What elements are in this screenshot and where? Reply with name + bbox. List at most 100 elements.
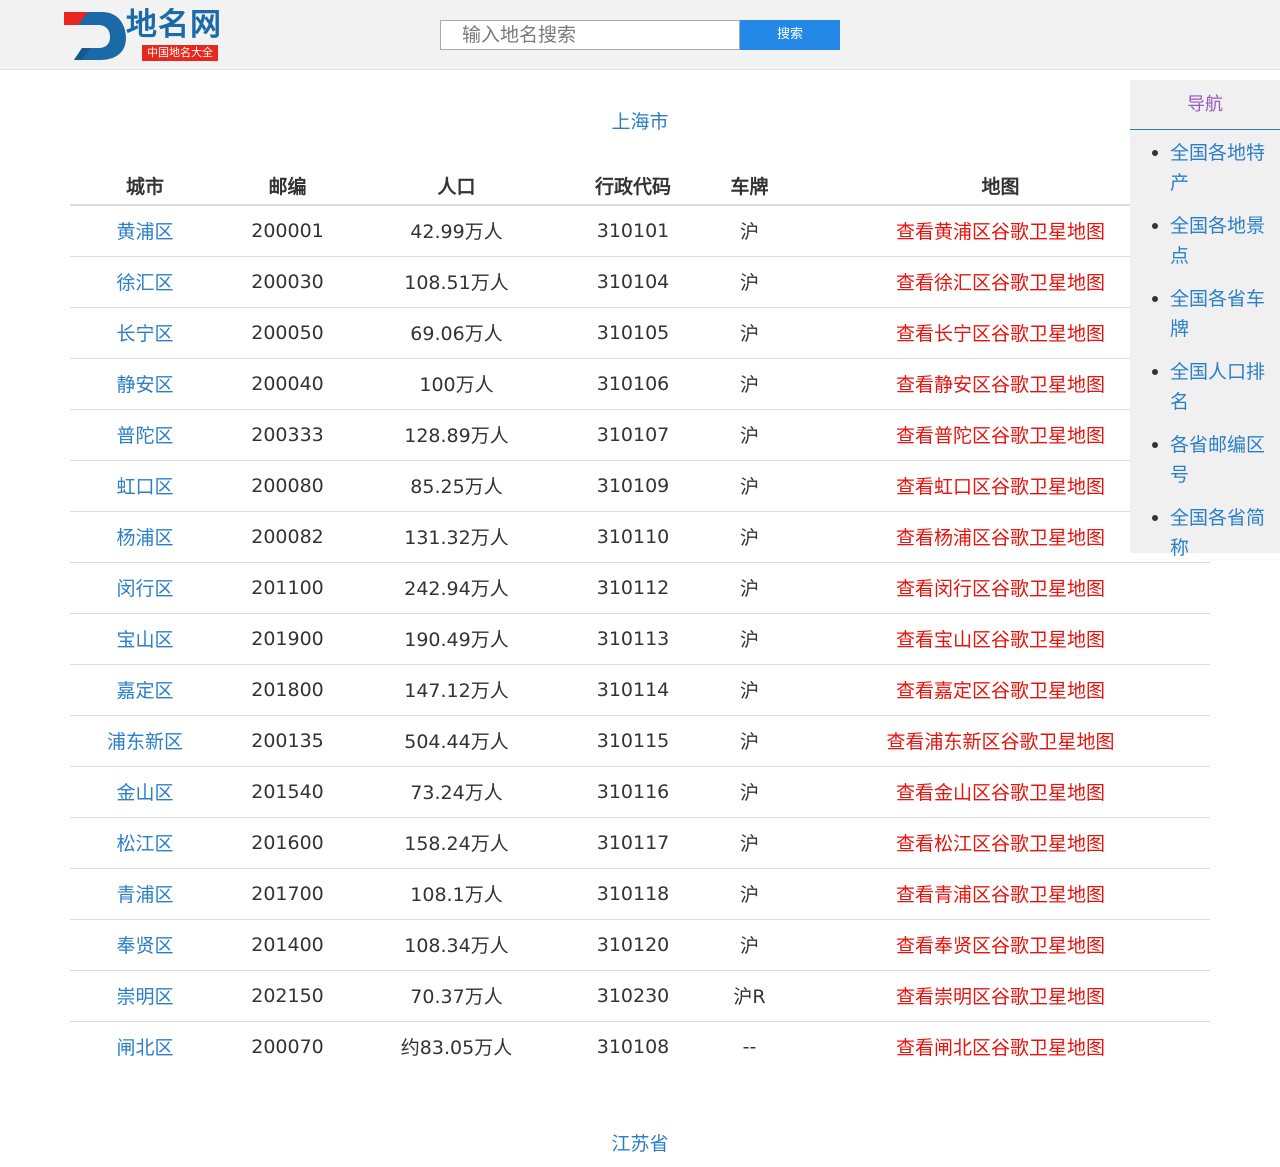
zip-cell: 200040 [220,358,355,410]
city-cell: 松江区 [70,817,220,869]
nav-item: 各省邮编区号 [1130,426,1280,490]
city-link[interactable]: 闸北区 [116,1037,173,1059]
nav-panel: 导航 全国各地特产 全国各地景点 全国各省车牌 全国人口排名 各省邮编区号 全国各省简称 [1130,80,1280,559]
admin-code-cell: 310110 [558,511,708,563]
admin-code-cell: 310112 [558,562,708,614]
plate-cell: 沪 [708,562,791,614]
nav-item: 全国各地特产 [1130,134,1280,198]
admin-code-cell: 310114 [558,664,708,716]
city-link[interactable]: 青浦区 [116,884,173,906]
map-link[interactable]: 查看嘉定区谷歌卫星地图 [896,680,1105,702]
admin-code-cell: 310105 [558,307,708,359]
map-link[interactable]: 查看普陀区谷歌卫星地图 [896,425,1105,447]
population-cell: 190.49万人 [355,613,558,665]
nav-link[interactable]: 全国各地特产 [1170,138,1270,198]
city-cell: 奉贤区 [70,919,220,971]
city-cell: 嘉定区 [70,664,220,716]
city-cell: 静安区 [70,358,220,410]
map-link[interactable]: 查看黄浦区谷歌卫星地图 [896,221,1105,243]
city-cell: 长宁区 [70,307,220,359]
map-link[interactable]: 查看静安区谷歌卫星地图 [896,374,1105,396]
search-input[interactable] [440,20,740,50]
nav-list: 全国各地特产 全国各地景点 全国各省车牌 全国人口排名 各省邮编区号 全国各省简称 [1130,130,1280,563]
zip-cell: 201100 [220,562,355,614]
map-link[interactable]: 查看闸北区谷歌卫星地图 [896,1037,1105,1059]
population-cell: 108.1万人 [355,868,558,920]
nav-item: 全国各省车牌 [1130,280,1280,344]
city-link[interactable]: 黄浦区 [116,221,173,243]
map-link[interactable]: 查看松江区谷歌卫星地图 [896,833,1105,855]
city-cell: 青浦区 [70,868,220,920]
table-row: 奉贤区 201400 108.34万人 310120 沪 查看奉贤区谷歌卫星地图 [70,919,1210,971]
zip-cell: 201600 [220,817,355,869]
site-header: 地名网 中国地名大全 搜索 [0,0,1280,70]
plate-cell: 沪 [708,664,791,716]
map-link[interactable]: 查看青浦区谷歌卫星地图 [896,884,1105,906]
population-cell: 108.51万人 [355,256,558,308]
nav-item: 全国各省简称 [1130,499,1280,563]
city-link[interactable]: 松江区 [116,833,173,855]
zip-cell: 201700 [220,868,355,920]
map-link[interactable]: 查看浦东新区谷歌卫星地图 [886,731,1114,753]
nav-link[interactable]: 各省邮编区号 [1170,430,1270,490]
plate-cell: -- [742,1035,757,1058]
population-cell: 约83.05万人 [400,1037,513,1060]
map-link[interactable]: 查看金山区谷歌卫星地图 [896,782,1105,804]
nav-link[interactable]: 全国各省简称 [1170,503,1270,563]
nav-link[interactable]: 全国各省车牌 [1170,284,1270,344]
admin-code-cell: 310108 [596,1035,670,1058]
map-link[interactable]: 查看长宁区谷歌卫星地图 [896,323,1105,345]
admin-code-cell: 310230 [558,970,708,1022]
map-link[interactable]: 查看虹口区谷歌卫星地图 [896,476,1105,498]
city-link[interactable]: 普陀区 [116,425,173,447]
city-link[interactable]: 徐汇区 [116,272,173,294]
map-cell: 查看闵行区谷歌卫星地图 [791,562,1210,614]
bullet-icon [1152,369,1158,375]
city-cell: 宝山区 [70,613,220,665]
map-cell: 查看浦东新区谷歌卫星地图 [791,715,1210,767]
map-cell: 查看奉贤区谷歌卫星地图 [791,919,1210,971]
city-link[interactable]: 虹口区 [116,476,173,498]
city-link[interactable]: 浦东新区 [107,731,183,753]
zip-cell: 200050 [220,307,355,359]
search-button[interactable]: 搜索 [740,20,840,50]
city-link[interactable]: 闵行区 [116,578,173,600]
district-table: 城市 邮编 人口 行政代码 车牌 地图 黄浦区 200001 42.99万人 3101… [70,160,1210,1072]
map-cell: 查看青浦区谷歌卫星地图 [791,868,1210,920]
map-link[interactable]: 查看闵行区谷歌卫星地图 [896,578,1105,600]
city-link[interactable]: 宝山区 [116,629,173,651]
plate-cell: 沪R [708,970,791,1022]
population-cell: 158.24万人 [355,817,558,869]
admin-code-cell: 310101 [558,205,708,257]
map-link[interactable]: 查看杨浦区谷歌卫星地图 [896,527,1105,549]
city-link[interactable]: 长宁区 [116,323,173,345]
map-link[interactable]: 查看奉贤区谷歌卫星地图 [896,935,1105,957]
city-link[interactable]: 嘉定区 [116,680,173,702]
map-link[interactable]: 查看崇明区谷歌卫星地图 [896,986,1105,1008]
zip-cell: 200070 [251,1035,324,1058]
plate-cell: 沪 [708,460,791,512]
column-header-plate: 车牌 [708,160,791,206]
map-link[interactable]: 查看宝山区谷歌卫星地图 [896,629,1105,651]
city-link[interactable]: 静安区 [116,374,173,396]
table-row: 崇明区 202150 70.37万人 310230 沪R 查看崇明区谷歌卫星地图 [70,970,1210,1022]
table-row: 闵行区 201100 242.94万人 310112 沪 查看闵行区谷歌卫星地图 [70,562,1210,614]
city-cell: 虹口区 [70,460,220,512]
city-link[interactable]: 奉贤区 [116,935,173,957]
nav-link[interactable]: 全国各地景点 [1170,211,1270,271]
column-header-admin-code: 行政代码 [558,160,708,206]
population-cell: 504.44万人 [355,715,558,767]
population-cell: 73.24万人 [355,766,558,818]
column-header-population: 人口 [355,160,558,206]
admin-code-cell: 310106 [558,358,708,410]
city-link[interactable]: 金山区 [116,782,173,804]
nav-link[interactable]: 全国人口排名 [1170,357,1270,417]
city-link[interactable]: 杨浦区 [116,527,173,549]
city-link[interactable]: 崇明区 [116,986,173,1008]
logo-title[interactable]: 地名网 [126,8,222,42]
population-cell: 69.06万人 [355,307,558,359]
map-cell: 查看金山区谷歌卫星地图 [791,766,1210,818]
population-cell: 42.99万人 [355,205,558,257]
plate-cell: 沪 [708,256,791,308]
map-link[interactable]: 查看徐汇区谷歌卫星地图 [896,272,1105,294]
